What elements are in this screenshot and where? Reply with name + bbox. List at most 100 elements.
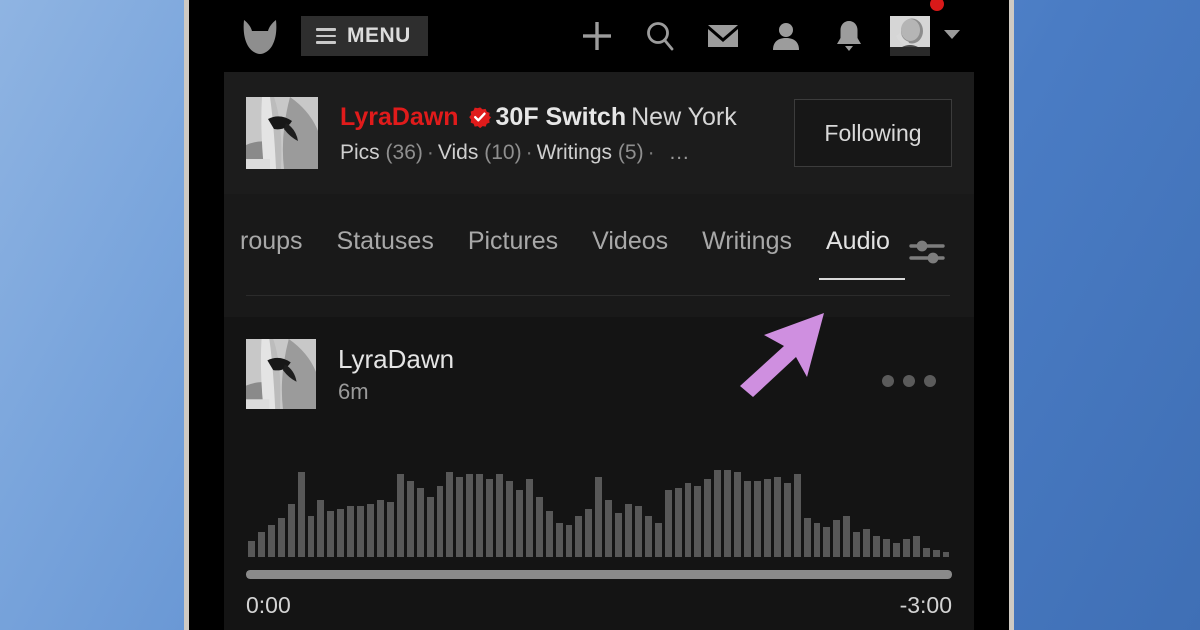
waveform-bar	[694, 485, 702, 557]
profile-info: LyraDawn 30F Switch New York Pics (36) · Vi…	[340, 101, 794, 166]
content-tab-bar: roups Statuses Pictures Videos Writings …	[224, 194, 974, 317]
messages-button[interactable]	[691, 0, 754, 72]
tab-list: roups Statuses Pictures Videos Writings …	[240, 194, 907, 280]
post-timestamp: 6m	[338, 379, 369, 405]
waveform-bar	[416, 488, 424, 557]
stats-overflow-ellipsis[interactable]: …	[669, 141, 692, 164]
stat-label-writings[interactable]: Writings	[537, 141, 612, 164]
menu-button[interactable]: MENU	[301, 16, 428, 56]
waveform-bar	[406, 481, 414, 557]
nav-actions	[565, 0, 966, 72]
waveform-bar	[476, 474, 484, 557]
filter-settings-button[interactable]	[905, 232, 949, 272]
tab-writings[interactable]: Writings	[685, 227, 809, 280]
waveform-bar	[456, 476, 464, 557]
stat-separator: ·	[647, 141, 655, 165]
waveform-bar	[605, 499, 613, 557]
tab-statuses[interactable]: Statuses	[320, 227, 451, 280]
browser-frame: MENU LyraDawn 30F Switch New York Pics (…	[184, 0, 1014, 630]
following-button[interactable]: Following	[794, 99, 952, 167]
audio-time-row: 0:00 -3:00	[246, 592, 952, 619]
waveform-bar	[922, 547, 930, 557]
envelope-icon	[707, 25, 738, 47]
audio-waveform[interactable]	[246, 442, 952, 557]
profile-handle[interactable]: LyraDawn	[340, 103, 459, 131]
waveform-bar	[287, 504, 295, 557]
waveform-bar	[932, 550, 940, 557]
waveform-bar	[496, 474, 503, 557]
waveform-bar	[773, 476, 781, 557]
stat-label-pics[interactable]: Pics	[340, 141, 380, 164]
post-more-options-button[interactable]	[882, 375, 936, 387]
waveform-bar	[466, 474, 474, 557]
chevron-down-icon	[944, 29, 960, 39]
waveform-bar	[585, 508, 593, 557]
stat-count-pics: (36)	[385, 141, 423, 165]
post-author-name[interactable]: LyraDawn	[338, 343, 454, 376]
waveform-bar	[357, 506, 365, 557]
more-options-icon	[924, 375, 936, 387]
waveform-bar	[883, 538, 890, 557]
stat-count-vids: (10)	[484, 141, 522, 165]
waveform-bar	[942, 552, 950, 557]
waveform-bar	[892, 543, 900, 557]
waveform-bar	[704, 478, 712, 557]
waveform-bar	[595, 476, 603, 557]
waveform-bar	[853, 531, 861, 557]
profile-avatar-photo[interactable]	[246, 97, 318, 169]
waveform-bar	[317, 499, 325, 557]
waveform-bar	[754, 481, 761, 557]
waveform-bar	[783, 483, 791, 557]
more-options-icon	[882, 375, 894, 387]
profile-header: LyraDawn 30F Switch New York Pics (36) · Vi…	[224, 72, 974, 194]
audio-time-elapsed: 0:00	[246, 592, 291, 618]
waveform-bar	[426, 497, 434, 557]
waveform-bar	[505, 481, 513, 557]
waveform-bar	[912, 536, 920, 557]
waveform-bar	[347, 506, 355, 557]
waveform-bar	[823, 527, 831, 557]
tab-pictures[interactable]: Pictures	[451, 227, 575, 280]
profile-age-gender-role: 30F Switch	[495, 102, 627, 131]
top-navigation-bar: MENU	[224, 0, 974, 72]
waveform-bar	[386, 501, 394, 557]
waveform-bar	[803, 517, 811, 557]
post-author-avatar-photo[interactable]	[246, 339, 316, 409]
tab-audio[interactable]: Audio	[809, 227, 907, 280]
waveform-bar	[873, 536, 880, 557]
waveform-bar	[337, 508, 345, 557]
more-options-icon	[903, 375, 915, 387]
stat-count-writings: (5)	[617, 141, 644, 165]
create-post-button[interactable]	[565, 0, 628, 72]
stat-separator: ·	[426, 141, 434, 165]
account-avatar-button[interactable]	[880, 0, 944, 72]
waveform-bar	[367, 504, 374, 557]
waveform-bar	[833, 520, 841, 557]
tab-videos[interactable]: Videos	[575, 227, 685, 280]
waveform-bar	[724, 469, 732, 557]
waveform-bar	[297, 471, 305, 557]
friends-button[interactable]	[754, 0, 817, 72]
waveform-bar	[615, 513, 623, 557]
waveform-bar	[674, 488, 682, 557]
audio-progress-fill	[246, 570, 952, 579]
sliders-filter-icon	[909, 240, 945, 264]
post-author-meta: LyraDawn 6m	[338, 343, 454, 406]
tab-groups[interactable]: roups	[240, 227, 320, 280]
stat-label-vids[interactable]: Vids	[438, 141, 478, 164]
search-button[interactable]	[628, 0, 691, 72]
menu-button-label: MENU	[347, 24, 411, 47]
app-screen: MENU LyraDawn 30F Switch New York Pics (…	[224, 0, 974, 630]
waveform-bar	[634, 506, 642, 557]
user-avatar-photo	[890, 16, 930, 56]
waveform-bar	[486, 478, 494, 557]
notifications-button[interactable]	[817, 0, 880, 72]
profile-location: New York	[631, 102, 737, 131]
waveform-bar	[535, 497, 543, 557]
waveform-bar	[257, 531, 265, 557]
profile-identity-line: LyraDawn 30F Switch New York	[340, 101, 794, 138]
account-menu-chevron[interactable]	[942, 27, 962, 46]
audio-progress-bar[interactable]	[246, 570, 952, 579]
waveform-bar	[575, 515, 583, 557]
site-logo[interactable]	[241, 16, 279, 56]
